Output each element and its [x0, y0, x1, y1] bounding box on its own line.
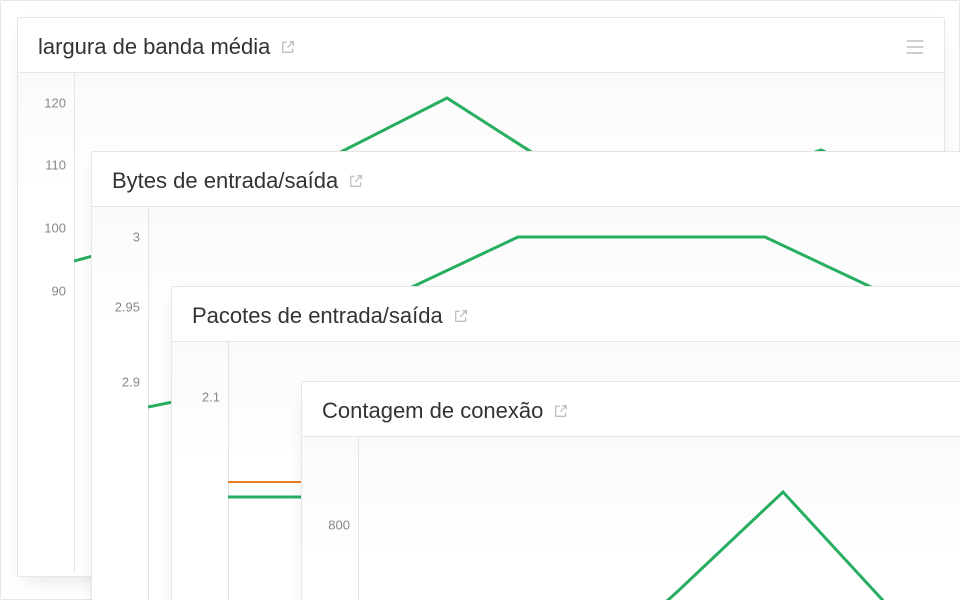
plot-area-connections: 800 — [302, 437, 960, 600]
y-tick: 2.9 — [122, 375, 140, 390]
y-axis: 800 — [302, 437, 358, 600]
y-tick: 120 — [44, 96, 66, 111]
y-tick: 110 — [45, 158, 66, 173]
line-chart — [358, 437, 960, 600]
card-title: Pacotes de entrada/saída — [192, 303, 443, 329]
y-tick: 2.95 — [115, 300, 140, 315]
y-axis: 2.1 — [172, 342, 228, 600]
y-axis: 3 2.95 2.9 — [92, 207, 148, 600]
popout-icon[interactable] — [280, 39, 296, 55]
y-tick: 3 — [133, 230, 140, 245]
card-header: Bytes de entrada/saída — [92, 152, 960, 207]
card-header: Pacotes de entrada/saída — [172, 287, 960, 342]
y-tick: 800 — [328, 518, 350, 533]
card-title: Bytes de entrada/saída — [112, 168, 338, 194]
card-title: Contagem de conexão — [322, 398, 543, 424]
popout-icon[interactable] — [453, 308, 469, 324]
popout-icon[interactable] — [553, 403, 569, 419]
popout-icon[interactable] — [348, 173, 364, 189]
menu-icon[interactable] — [906, 40, 924, 54]
y-axis: 120 110 100 90 — [18, 73, 74, 573]
card-header: Contagem de conexão — [302, 382, 960, 437]
card-connections: Contagem de conexão 800 — [301, 381, 960, 600]
dashboard-stage: largura de banda média 120 110 100 90 — [0, 0, 960, 600]
card-header: largura de banda média — [18, 18, 944, 73]
y-tick: 2.1 — [202, 390, 220, 405]
y-tick: 100 — [44, 221, 66, 236]
card-title: largura de banda média — [38, 34, 270, 60]
y-tick: 90 — [52, 284, 66, 299]
